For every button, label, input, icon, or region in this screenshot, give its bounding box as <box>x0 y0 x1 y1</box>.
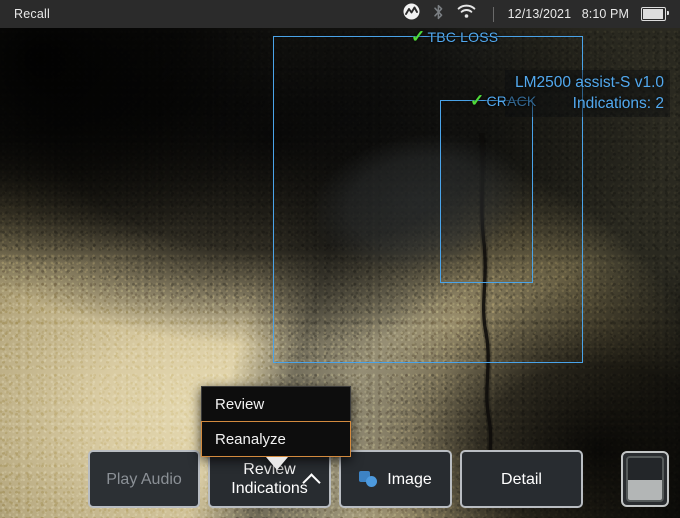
recall-badge-icon <box>403 3 420 25</box>
menu-item-reanalyze[interactable]: Reanalyze <box>201 421 351 457</box>
image-button[interactable]: Image <box>339 450 452 508</box>
screen-layout-bottom-pane <box>628 480 662 500</box>
detail-button[interactable]: Detail <box>460 450 583 508</box>
review-indications-line2: Indications <box>231 479 308 498</box>
bluetooth-icon <box>433 4 444 25</box>
menu-item-label: Reanalyze <box>215 431 286 448</box>
image-layers-icon <box>359 471 378 488</box>
check-icon: ✓ <box>411 28 425 45</box>
play-audio-button[interactable]: Play Audio <box>88 450 200 508</box>
battery-level-fill <box>643 9 663 19</box>
clock: 12/13/2021 8:10 PM <box>508 7 629 21</box>
wifi-icon <box>457 4 476 24</box>
battery-icon <box>641 7 666 21</box>
check-icon: ✓ <box>470 92 484 109</box>
status-bar: Recall <box>0 0 680 28</box>
inspection-app-window: Recall <box>0 0 680 518</box>
image-label: Image <box>387 470 431 489</box>
status-bar-divider <box>493 7 494 22</box>
screen-layout-top-pane <box>628 458 662 480</box>
indication-label-text: TBC LOSS <box>427 29 498 45</box>
popup-pointer-triangle-icon <box>266 457 288 470</box>
analysis-hud: LM2500 assist-S v1.0 Indications: 2 <box>505 70 670 117</box>
screen-layout-indicator-button[interactable] <box>621 451 669 507</box>
recall-label[interactable]: Recall <box>14 7 50 21</box>
date-label: 12/13/2021 <box>508 7 572 21</box>
status-bar-icon-group <box>403 3 498 25</box>
play-audio-label: Play Audio <box>106 470 182 489</box>
indication-box-crack[interactable] <box>440 100 533 283</box>
time-label: 8:10 PM <box>582 7 629 21</box>
inspection-image-viewport[interactable]: ✓ TBC LOSS ✓ CRACK LM2500 assist-S v1.0 … <box>0 28 680 518</box>
menu-item-label: Review <box>215 396 264 413</box>
detail-label: Detail <box>501 470 542 489</box>
screen-layout-indicator-inner <box>626 456 664 502</box>
menu-item-review[interactable]: Review <box>201 386 351 422</box>
image-layers-icon-circle <box>366 476 377 487</box>
review-indications-popup-menu[interactable]: Review Reanalyze <box>201 386 351 457</box>
assist-model-label: LM2500 assist-S v1.0 <box>515 72 664 93</box>
indications-count-label: Indications: 2 <box>515 93 664 114</box>
indication-label-tbc-loss[interactable]: ✓ TBC LOSS <box>411 28 498 45</box>
